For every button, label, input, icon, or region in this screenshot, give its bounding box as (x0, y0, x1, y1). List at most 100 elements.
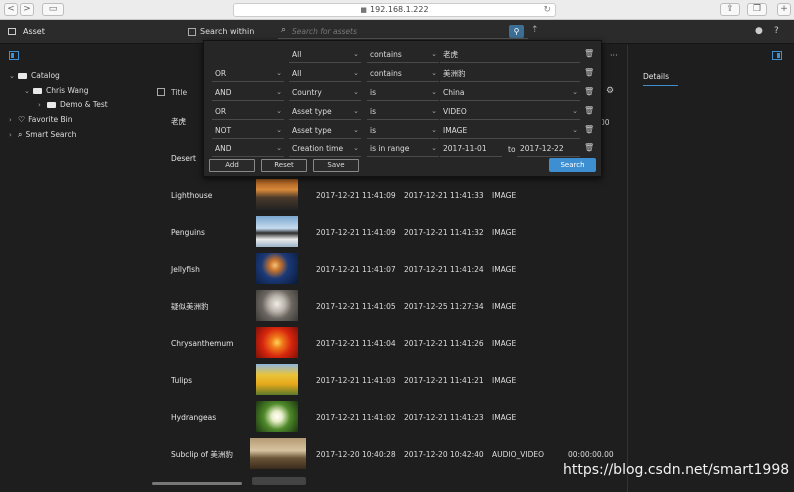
field-select[interactable]: All ⌄ (289, 49, 361, 63)
thumbnail-hydrangeas[interactable] (256, 401, 298, 432)
value-input[interactable]: 美洲豹 (440, 68, 580, 82)
trash-icon[interactable]: 🗑 (584, 143, 594, 152)
table-row[interactable]: Subclip of 美洲豹 2017-12-20 10:40:28 2017-… (152, 436, 625, 473)
chevron-right-icon[interactable]: › (9, 114, 18, 126)
logic-select[interactable]: AND ⌄ (212, 87, 284, 101)
search-input[interactable]: ⌕ Search for assets (278, 24, 528, 39)
value-select[interactable]: VIDEO ⌄ (440, 106, 580, 120)
folder-icon (33, 88, 42, 94)
forward-button[interactable]: > (20, 3, 34, 16)
reload-icon[interactable]: ↻ (543, 4, 551, 16)
help-icon[interactable]: ? (774, 26, 779, 36)
chevron-right-icon[interactable]: › (9, 129, 18, 141)
thumbnail-koala[interactable] (256, 290, 298, 321)
share-button[interactable]: ⇪ (720, 3, 740, 16)
tree-item-demo-test[interactable]: › Demo & Test (38, 99, 108, 111)
select-value: AND (215, 144, 232, 153)
operator-select[interactable]: contains ⌄ (367, 49, 439, 63)
search-button[interactable]: Search (549, 158, 596, 172)
new-tab-button[interactable]: + (777, 3, 791, 16)
thumbnail-tulips[interactable] (256, 364, 298, 395)
select-value: AND (215, 88, 232, 97)
thumbnail-chrysanthemum[interactable] (256, 327, 298, 358)
row-created: 2017-12-21 11:41:05 (316, 302, 396, 311)
back-button[interactable]: < (4, 3, 18, 16)
right-panel-toggle-icon[interactable] (772, 51, 782, 60)
select-value: is in range (370, 144, 410, 153)
thumbnail-lighthouse[interactable] (256, 179, 298, 210)
pin-icon[interactable]: ⇡ (531, 25, 539, 35)
column-header-title[interactable]: Title (171, 88, 187, 97)
trash-icon[interactable]: 🗑 (584, 106, 594, 115)
tree-item-chris-wang[interactable]: ⌄ Chris Wang (24, 85, 89, 97)
tree-item-smart-search[interactable]: › ⌕ Smart Search (9, 129, 76, 141)
user-icon[interactable]: ● (755, 26, 763, 36)
load-more-handle[interactable] (252, 477, 306, 485)
left-panel-toggle-icon[interactable] (9, 51, 19, 60)
reset-button[interactable]: Reset (261, 159, 307, 172)
chevron-right-icon[interactable]: › (38, 99, 47, 111)
table-row[interactable]: Lighthouse 2017-12-21 11:41:09 2017-12-2… (152, 177, 625, 214)
table-row[interactable]: Penguins 2017-12-21 11:41:09 2017-12-21 … (152, 214, 625, 251)
logic-select[interactable]: OR ⌄ (212, 106, 284, 120)
field-select[interactable]: Asset type ⌄ (289, 106, 361, 120)
operator-select[interactable]: is ⌄ (367, 87, 439, 101)
operator-select[interactable]: is ⌄ (367, 125, 439, 139)
trash-icon[interactable]: 🗑 (584, 87, 594, 96)
catalog-sidebar: ⌄ Catalog ⌄ Chris Wang › Demo & Test › ♡ Favo… (0, 45, 150, 492)
chevron-down-icon[interactable]: ⌄ (24, 85, 33, 97)
value-select[interactable]: China ⌄ (440, 87, 580, 101)
table-row[interactable]: Hydrangeas 2017-12-21 11:41:02 2017-12-2… (152, 399, 625, 436)
tree-item-favorite-bin[interactable]: › ♡ Favorite Bin (9, 114, 73, 126)
thumbnail-jellyfish[interactable] (256, 253, 298, 284)
search-within-checkbox[interactable] (188, 28, 196, 36)
field-select[interactable]: All ⌄ (289, 68, 361, 82)
thumbnail-penguins[interactable] (256, 216, 298, 247)
trash-icon[interactable]: 🗑 (584, 125, 594, 134)
tree-label: Catalog (31, 71, 60, 80)
sidebar-toggle-button[interactable]: ▭ (42, 3, 64, 16)
tab-details[interactable]: Details (643, 72, 678, 86)
trash-icon[interactable]: 🗑 (584, 49, 594, 58)
table-row[interactable]: Tulips 2017-12-21 11:41:03 2017-12-21 11… (152, 362, 625, 399)
field-select[interactable]: Creation time ⌄ (289, 143, 361, 157)
chevron-down-icon[interactable]: ⌄ (9, 70, 18, 82)
search-icon: ⌕ (281, 25, 287, 35)
more-options-icon[interactable]: ··· (610, 51, 618, 60)
table-row[interactable]: Jellyfish 2017-12-21 11:41:07 2017-12-21… (152, 251, 625, 288)
horizontal-scrollbar[interactable] (152, 482, 242, 485)
logic-select[interactable]: AND ⌄ (212, 143, 284, 157)
date-from-input[interactable]: 2017-11-01 (440, 143, 502, 157)
value-input[interactable]: 老虎 (440, 49, 580, 63)
tree-item-catalog[interactable]: ⌄ Catalog (9, 70, 60, 82)
date-to-input[interactable]: 2017-12-22 (517, 143, 580, 157)
logic-select[interactable]: NOT ⌄ (212, 125, 284, 139)
operator-select[interactable]: is ⌄ (367, 106, 439, 120)
select-all-checkbox[interactable] (157, 88, 165, 96)
column-settings-icon[interactable]: ⚙ (606, 86, 614, 96)
chevron-down-icon: ⌄ (431, 69, 437, 77)
input-value: 2017-11-01 (443, 144, 487, 153)
operator-select[interactable]: is in range ⌄ (367, 143, 439, 157)
row-modified: 2017-12-20 10:42:40 (404, 450, 484, 459)
advanced-search-button[interactable]: ⚲ (509, 25, 524, 38)
row-name: Subclip of 美洲豹 (171, 450, 233, 459)
chevron-down-icon: ⌄ (431, 144, 437, 152)
chevron-down-icon: ⌄ (353, 69, 359, 77)
table-row[interactable]: 疑似美洲豹 2017-12-21 11:41:05 2017-12-25 11:… (152, 288, 625, 325)
field-select[interactable]: Country ⌄ (289, 87, 361, 101)
save-button[interactable]: Save (313, 159, 359, 172)
logic-select[interactable]: OR ⌄ (212, 68, 284, 82)
trash-icon[interactable]: 🗑 (584, 68, 594, 77)
add-criteria-button[interactable]: Add (209, 159, 255, 172)
lock-icon: ■ (360, 6, 368, 14)
value-select[interactable]: IMAGE ⌄ (440, 125, 580, 139)
tabs-button[interactable]: ❐ (747, 3, 767, 16)
thumbnail-video-subclip[interactable] (250, 438, 306, 469)
address-bar[interactable]: ■ 192.168.1.222 ↻ (233, 3, 556, 17)
table-row[interactable]: Chrysanthemum 2017-12-21 11:41:04 2017-1… (152, 325, 625, 362)
chevron-down-icon: ⌄ (276, 126, 282, 134)
field-select[interactable]: Asset type ⌄ (289, 125, 361, 139)
operator-select[interactable]: contains ⌄ (367, 68, 439, 82)
chevron-down-icon: ⌄ (353, 50, 359, 58)
